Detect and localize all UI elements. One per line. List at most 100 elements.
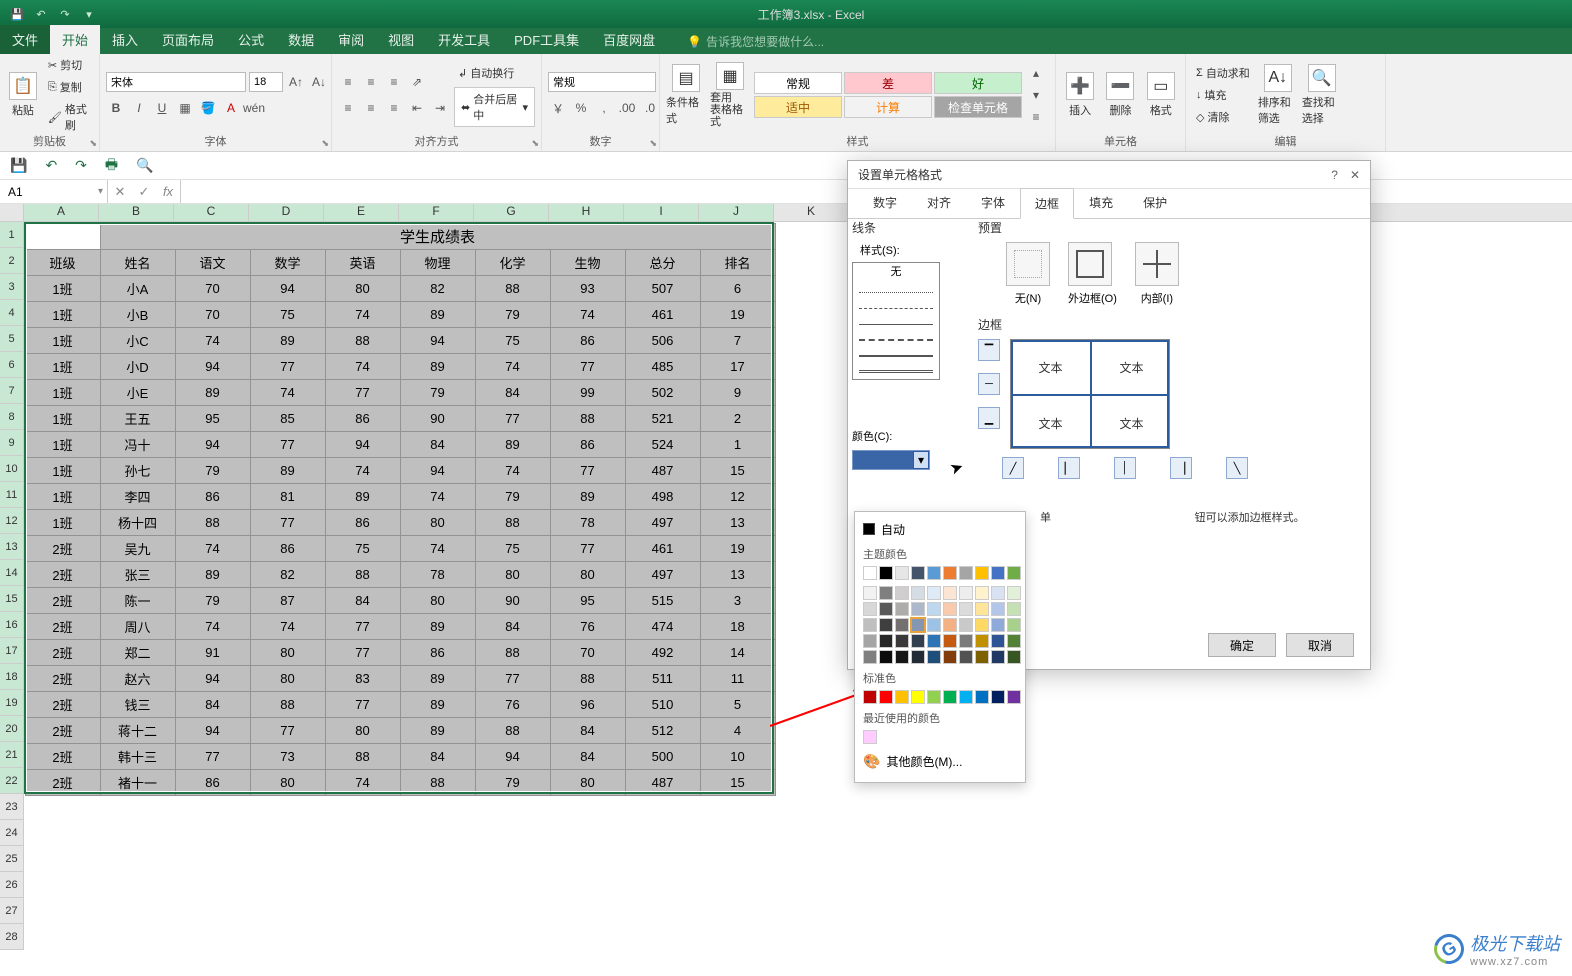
- data-cell[interactable]: 孙七: [100, 457, 175, 483]
- color-swatch[interactable]: [1007, 566, 1021, 580]
- data-cell[interactable]: 11: [700, 665, 775, 691]
- column-header[interactable]: G: [474, 204, 549, 221]
- data-cell[interactable]: 88: [250, 691, 325, 717]
- row-header[interactable]: 21: [0, 742, 24, 768]
- data-cell[interactable]: 19: [700, 535, 775, 561]
- color-swatch[interactable]: [991, 586, 1005, 600]
- data-cell[interactable]: 74: [250, 379, 325, 405]
- color-swatch[interactable]: [943, 566, 957, 580]
- clear-button[interactable]: ◇ 清除: [1192, 107, 1254, 127]
- data-cell[interactable]: 70: [550, 639, 625, 665]
- color-swatch[interactable]: [911, 690, 925, 704]
- data-cell[interactable]: 6: [700, 275, 775, 301]
- data-cell[interactable]: 18: [700, 613, 775, 639]
- data-cell[interactable]: 小E: [100, 379, 175, 405]
- data-cell[interactable]: 74: [400, 535, 475, 561]
- data-cell[interactable]: 77: [250, 717, 325, 743]
- redo-icon[interactable]: ↷: [75, 157, 87, 174]
- data-cell[interactable]: 74: [325, 353, 400, 379]
- data-cell[interactable]: 487: [625, 457, 700, 483]
- data-cell[interactable]: 74: [325, 301, 400, 327]
- data-cell[interactable]: 89: [475, 431, 550, 457]
- data-cell[interactable]: 褚十一: [100, 769, 175, 795]
- line-style[interactable]: [859, 299, 933, 309]
- color-swatch[interactable]: [863, 602, 877, 616]
- bold-icon[interactable]: B: [106, 98, 126, 118]
- row-header[interactable]: 9: [0, 430, 24, 456]
- data-cell[interactable]: 88: [175, 509, 250, 535]
- row-header[interactable]: 17: [0, 638, 24, 664]
- color-combobox[interactable]: ▾: [852, 450, 930, 470]
- header-cell[interactable]: 物理: [400, 249, 475, 275]
- color-swatch[interactable]: [959, 690, 973, 704]
- color-swatch[interactable]: [975, 602, 989, 616]
- data-cell[interactable]: 1班: [25, 301, 100, 327]
- style-more-icon[interactable]: ≡: [1026, 107, 1046, 127]
- color-swatch[interactable]: [863, 634, 877, 648]
- data-cell[interactable]: 77: [550, 457, 625, 483]
- data-cell[interactable]: 95: [550, 587, 625, 613]
- copy-button[interactable]: ⎘ 复制: [44, 77, 93, 97]
- data-cell[interactable]: 杨十四: [100, 509, 175, 535]
- data-cell[interactable]: 80: [400, 587, 475, 613]
- color-swatch[interactable]: [943, 650, 957, 664]
- color-swatch[interactable]: [959, 566, 973, 580]
- style-scroll-up-icon[interactable]: ▴: [1026, 63, 1046, 83]
- row-header[interactable]: 25: [0, 846, 24, 872]
- data-cell[interactable]: 81: [250, 483, 325, 509]
- comma-icon[interactable]: ,: [594, 98, 614, 118]
- data-cell[interactable]: 3: [700, 587, 775, 613]
- border-icon[interactable]: ▦: [175, 98, 195, 118]
- column-header[interactable]: I: [624, 204, 699, 221]
- orientation-icon[interactable]: ⇗: [407, 72, 427, 92]
- color-swatch[interactable]: [959, 602, 973, 616]
- row-header[interactable]: 13: [0, 534, 24, 560]
- font-color-icon[interactable]: A: [221, 98, 241, 118]
- header-cell[interactable]: 英语: [325, 249, 400, 275]
- data-cell[interactable]: 500: [625, 743, 700, 769]
- align-top-icon[interactable]: ≡: [338, 72, 358, 92]
- data-cell[interactable]: 94: [250, 275, 325, 301]
- tab-fill[interactable]: 填充: [1074, 187, 1128, 218]
- color-swatch[interactable]: [1007, 586, 1021, 600]
- data-cell[interactable]: 89: [400, 301, 475, 327]
- data-cell[interactable]: 郑二: [100, 639, 175, 665]
- color-swatch[interactable]: [879, 690, 893, 704]
- data-cell[interactable]: 77: [175, 743, 250, 769]
- color-swatch[interactable]: [943, 634, 957, 648]
- data-cell[interactable]: 88: [400, 769, 475, 795]
- data-cell[interactable]: 2班: [25, 535, 100, 561]
- color-swatch[interactable]: [975, 566, 989, 580]
- color-swatch[interactable]: [1007, 634, 1021, 648]
- data-cell[interactable]: 84: [550, 743, 625, 769]
- find-select-button[interactable]: 🔍查找和选择: [1302, 64, 1342, 126]
- color-swatch[interactable]: [943, 618, 957, 632]
- dialog-title-bar[interactable]: 设置单元格格式 ?✕: [848, 161, 1370, 189]
- style-scroll-down-icon[interactable]: ▾: [1026, 85, 1046, 105]
- data-cell[interactable]: 2班: [25, 665, 100, 691]
- indent-inc-icon[interactable]: ⇥: [430, 98, 450, 118]
- color-swatch[interactable]: [959, 650, 973, 664]
- data-cell[interactable]: 86: [325, 405, 400, 431]
- row-header[interactable]: 6: [0, 352, 24, 378]
- tab-insert[interactable]: 插入: [100, 25, 150, 54]
- data-cell[interactable]: 1班: [25, 483, 100, 509]
- data-cell[interactable]: 79: [475, 483, 550, 509]
- data-cell[interactable]: 74: [175, 327, 250, 353]
- data-cell[interactable]: 75: [325, 535, 400, 561]
- color-swatch[interactable]: [1007, 690, 1021, 704]
- data-cell[interactable]: 84: [400, 743, 475, 769]
- color-swatch[interactable]: [927, 586, 941, 600]
- data-cell[interactable]: 86: [250, 535, 325, 561]
- data-cell[interactable]: 2班: [25, 561, 100, 587]
- color-swatch[interactable]: [927, 602, 941, 616]
- data-cell[interactable]: 77: [475, 405, 550, 431]
- data-cell[interactable]: 93: [550, 275, 625, 301]
- merge-center-button[interactable]: ⬌ 合并后居中 ▾: [454, 87, 535, 127]
- data-cell[interactable]: 94: [325, 431, 400, 457]
- style-bad[interactable]: 差: [844, 72, 932, 94]
- line-style[interactable]: [859, 347, 933, 357]
- border-bottom-button[interactable]: ▁: [978, 407, 1000, 429]
- data-cell[interactable]: 74: [475, 457, 550, 483]
- percent-icon[interactable]: %: [571, 98, 591, 118]
